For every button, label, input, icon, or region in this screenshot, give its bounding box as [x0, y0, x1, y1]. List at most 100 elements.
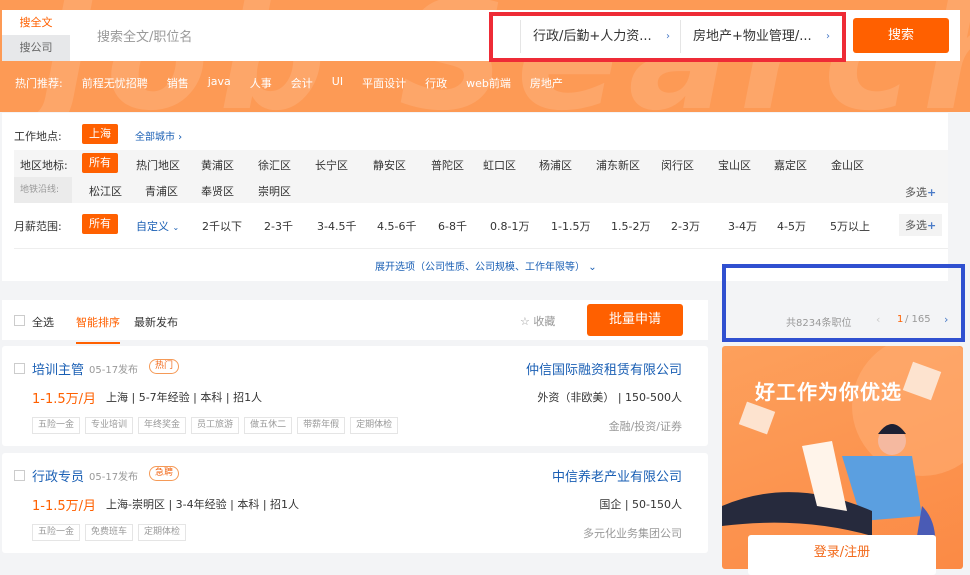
company-industry: 金融/投资/证券: [608, 420, 682, 433]
district-option[interactable]: 崇明区: [258, 183, 291, 199]
search-button[interactable]: 搜索: [853, 18, 949, 53]
job-tag: 带薪年假: [297, 417, 346, 434]
district-option[interactable]: 嘉定区: [774, 157, 807, 173]
salary-option[interactable]: 1.5-2万: [611, 218, 650, 234]
district-option[interactable]: 虹口区: [483, 157, 516, 173]
login-register-button[interactable]: 登录/注册: [748, 535, 936, 575]
salary-option[interactable]: 4-5万: [777, 218, 806, 234]
job-tag: 专业培训: [85, 417, 134, 434]
sort-newest[interactable]: 最新发布: [134, 314, 178, 330]
hot-link[interactable]: 人事: [250, 75, 272, 91]
salary-option[interactable]: 1-1.5万: [551, 218, 590, 234]
job-tag: 员工旅游: [191, 417, 240, 434]
hot-link[interactable]: 平面设计: [362, 75, 406, 91]
district-option[interactable]: 杨浦区: [539, 157, 572, 173]
expand-options[interactable]: 展开选项（公司性质、公司规模、工作年限等） ⌄: [375, 258, 597, 273]
hot-recommendations: 热门推荐: 前程无忧招聘 销售 java 人事 会计 UI 平面设计 行政 web前端 房地产: [15, 75, 582, 91]
salary-multi-select[interactable]: 多选+: [899, 214, 943, 236]
district-option[interactable]: 闵行区: [661, 157, 694, 173]
job-tag: 定期体检: [350, 417, 399, 434]
star-icon: ☆: [520, 315, 530, 328]
district-option[interactable]: 徐汇区: [258, 157, 291, 173]
hot-link[interactable]: 销售: [167, 75, 189, 91]
salary-option[interactable]: 3-4万: [728, 218, 757, 234]
select-all-checkbox[interactable]: [14, 315, 25, 326]
favorite-label: 收藏: [533, 315, 556, 328]
job-badge: 急聘: [149, 466, 180, 481]
company-info: 国企 | 50-150人: [599, 498, 682, 511]
job-tag: 五险一金: [32, 417, 81, 434]
job-tag: 免费班车: [85, 524, 134, 541]
job-date: 05-17发布: [89, 472, 139, 483]
salary-option[interactable]: 4.5-6千: [377, 218, 416, 234]
district-all[interactable]: 所有: [82, 153, 118, 173]
batch-apply-button[interactable]: 批量申请: [587, 304, 683, 336]
job-tag: 定期体检: [138, 524, 187, 541]
district-option[interactable]: 黄浦区: [201, 157, 234, 173]
salary-custom[interactable]: 自定义 ⌄: [136, 218, 179, 234]
tab-search-company[interactable]: 搜公司: [2, 35, 70, 61]
job-title[interactable]: 培训主管: [32, 359, 84, 378]
salary-option[interactable]: 2-3千: [264, 218, 293, 234]
salary-all[interactable]: 所有: [82, 214, 118, 234]
hot-link[interactable]: web前端: [466, 75, 511, 91]
tab-search-fulltext[interactable]: 搜全文: [2, 10, 70, 35]
district-option[interactable]: 宝山区: [718, 157, 751, 173]
job-card[interactable]: 行政专员 05-17发布 急聘 1-1.5万/月 上海-崇明区 | 3-4年经验…: [2, 453, 708, 553]
hot-link[interactable]: java: [208, 75, 231, 91]
salary-custom-label: 自定义: [136, 220, 169, 233]
job-salary: 1-1.5万/月: [32, 499, 97, 514]
salary-option[interactable]: 0.8-1万: [490, 218, 529, 234]
district-option[interactable]: 奉贤区: [201, 183, 234, 199]
all-cities-link[interactable]: 全部城市 ›: [135, 128, 182, 143]
district-multi-select[interactable]: 多选+: [905, 184, 936, 200]
expand-label: 展开选项（公司性质、公司规模、工作年限等）: [375, 262, 585, 273]
salary-option[interactable]: 2千以下: [202, 218, 242, 234]
search-input[interactable]: 搜索全文/职位名: [97, 26, 192, 45]
salary-option[interactable]: 5万以上: [830, 218, 870, 234]
multi-label: 多选: [905, 186, 927, 199]
hot-link[interactable]: 会计: [291, 75, 313, 91]
job-tags: 五险一金 专业培训 年终奖金 员工旅游 做五休二 带薪年假 定期体检: [32, 417, 403, 434]
district-option[interactable]: 静安区: [373, 157, 406, 173]
hot-link[interactable]: 前程无忧招聘: [82, 75, 148, 91]
salary-label: 月薪范围:: [14, 220, 62, 233]
company-industry: 多元化业务集团公司: [583, 527, 682, 540]
job-meta: 上海 | 5-7年经验 | 本科 | 招1人: [106, 391, 263, 404]
salary-option[interactable]: 2-3万: [671, 218, 700, 234]
multi-label: 多选: [905, 219, 927, 232]
district-option[interactable]: 松江区: [89, 183, 122, 199]
sort-smart[interactable]: 智能排序: [76, 314, 120, 344]
location-shanghai[interactable]: 上海: [82, 124, 118, 144]
job-title[interactable]: 行政专员: [32, 466, 84, 485]
hot-link[interactable]: 房地产: [530, 75, 563, 91]
district-option[interactable]: 青浦区: [145, 183, 178, 199]
job-tag: 五险一金: [32, 524, 81, 541]
select-all-label[interactable]: 全选: [32, 314, 54, 330]
divider: [14, 248, 948, 249]
job-date: 05-17发布: [89, 365, 139, 376]
job-tag: 年终奖金: [138, 417, 187, 434]
district-option[interactable]: 长宁区: [315, 157, 348, 173]
favorite-button[interactable]: ☆ 收藏: [520, 313, 555, 329]
hot-link[interactable]: UI: [332, 75, 343, 91]
location-label: 工作地点:: [14, 130, 62, 143]
job-salary: 1-1.5万/月: [32, 392, 97, 407]
hot-label: 热门推荐:: [15, 77, 63, 90]
job-tag: 做五休二: [244, 417, 293, 434]
salary-option[interactable]: 6-8千: [438, 218, 467, 234]
metro-tab[interactable]: 地铁沿线:: [14, 177, 72, 203]
hot-link[interactable]: 行政: [425, 75, 447, 91]
job-checkbox[interactable]: [14, 363, 25, 374]
district-option[interactable]: 热门地区: [136, 157, 180, 173]
job-tags: 五险一金 免费班车 定期体检: [32, 524, 191, 541]
company-name[interactable]: 仲信国际融资租赁有限公司: [526, 359, 682, 378]
salary-option[interactable]: 3-4.5千: [317, 218, 356, 234]
company-name[interactable]: 中信养老产业有限公司: [552, 466, 682, 485]
job-checkbox[interactable]: [14, 470, 25, 481]
district-option[interactable]: 浦东新区: [596, 157, 640, 173]
job-card[interactable]: 培训主管 05-17发布 热门 1-1.5万/月 上海 | 5-7年经验 | 本…: [2, 346, 708, 446]
district-option[interactable]: 金山区: [831, 157, 864, 173]
plus-icon: +: [927, 186, 937, 199]
district-option[interactable]: 普陀区: [431, 157, 464, 173]
